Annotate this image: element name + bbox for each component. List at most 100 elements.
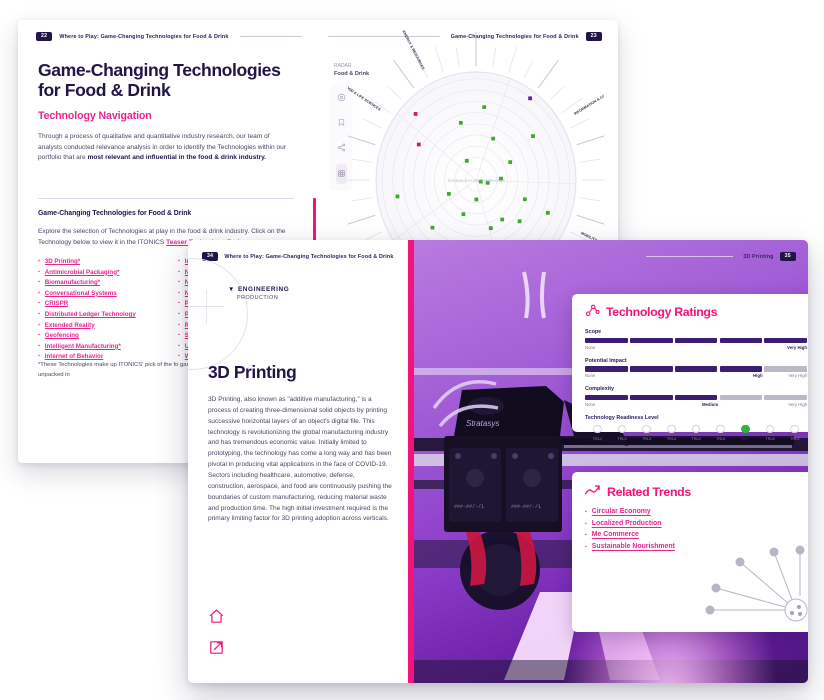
- screenshot-stage: 22 Where to Play: Game-Changing Technolo…: [0, 0, 824, 700]
- radar-data-point[interactable]: [461, 212, 466, 217]
- trend-link[interactable]: Sustainable Nourishment: [592, 543, 675, 550]
- decorative-arc: [188, 258, 248, 370]
- radar-data-point[interactable]: [522, 197, 527, 202]
- technology-description: 3D Printing, also known as "additive man…: [208, 396, 392, 523]
- radar-data-point[interactable]: [545, 210, 550, 215]
- rating-bar: [585, 394, 808, 400]
- rating-segment: [629, 366, 673, 372]
- radar-data-point[interactable]: [491, 136, 496, 141]
- home-icon[interactable]: [208, 608, 225, 630]
- technology-link[interactable]: Geofencing: [45, 332, 79, 339]
- trl-dot: [741, 424, 750, 433]
- radar-segment-label: HEALTH, FOOD & LIFE SCIENCES: [348, 75, 382, 112]
- segment-main: ▼ ENGINEERING: [228, 286, 289, 293]
- bullet-icon: ▪: [178, 258, 180, 264]
- technology-link-item[interactable]: ▪ Distributed Ledger Technology: [38, 311, 160, 318]
- technology-link[interactable]: Extended Reality: [45, 322, 95, 329]
- rating-segment: [674, 337, 718, 343]
- header-rule-left: [646, 256, 734, 258]
- trend-link[interactable]: Circular Economy: [592, 508, 651, 515]
- page-number-badge: 22: [36, 32, 53, 42]
- technology-link[interactable]: Conversational Systems: [45, 290, 117, 297]
- technology-link[interactable]: 3D Printing*: [45, 258, 80, 265]
- trl-label: TRL3: [642, 435, 652, 441]
- trl-label: TRL5: [691, 435, 701, 441]
- rating-scale: None High Very High: [585, 373, 807, 381]
- bullet-icon: ▪: [178, 310, 180, 317]
- technology-link-item[interactable]: ▪ Conversational Systems: [38, 290, 160, 297]
- technology-link-item[interactable]: ▪ 3D Printing*: [38, 258, 160, 265]
- technology-link-item[interactable]: ▪ Geofencing: [38, 332, 160, 339]
- trend-link[interactable]: Localized Production: [592, 520, 662, 527]
- target-icon[interactable]: [337, 89, 346, 107]
- trend-list-item[interactable]: ▪ Me Commerce: [585, 531, 807, 538]
- trl-item[interactable]: TRL9: [782, 424, 807, 441]
- trl-item[interactable]: TRL5: [684, 424, 709, 441]
- grid-icon[interactable]: [335, 164, 347, 184]
- trl-dot: [765, 424, 775, 433]
- trend-list-item[interactable]: ▪ Localized Production: [585, 520, 807, 527]
- rating-name: Complexity: [585, 386, 615, 392]
- rating-segment: [719, 337, 763, 343]
- trl-row[interactable]: TRL1 TRL2 TRL3 TRL4 TRL5 TRL6 TRL7 TRL8 TRL9: [585, 424, 807, 441]
- bullet-icon: ▪: [38, 289, 40, 296]
- trl-item[interactable]: TRL6: [708, 424, 733, 441]
- radar-data-point[interactable]: [458, 121, 463, 125]
- rating-segment: [585, 394, 628, 400]
- technology-link-item[interactable]: ▪ CRISPR: [38, 300, 160, 307]
- trl-item[interactable]: TRL4: [659, 424, 684, 441]
- radar-data-point[interactable]: [488, 226, 493, 231]
- radar-data-point[interactable]: [528, 96, 532, 101]
- rating-scale: None Very High: [585, 345, 807, 353]
- scale-low-label: None: [585, 373, 596, 378]
- radar-data-point[interactable]: [482, 105, 487, 109]
- share-icon[interactable]: [337, 139, 346, 157]
- scale-high-label: Very High: [788, 401, 807, 407]
- trl-item[interactable]: TRL2: [610, 424, 635, 441]
- rating-segment: [674, 394, 718, 400]
- rating-block: Scope None Very High: [585, 329, 808, 353]
- radar-data-point[interactable]: [517, 219, 522, 224]
- trl-item[interactable]: TRL3: [634, 424, 659, 441]
- technology-link[interactable]: Biomanufacturing*: [45, 279, 100, 286]
- bullet-icon: ▪: [178, 321, 180, 328]
- page-footer-icons[interactable]: [208, 608, 225, 661]
- technology-link[interactable]: Distributed Ledger Technology: [45, 311, 136, 318]
- radar-data-point[interactable]: [446, 191, 451, 196]
- trl-item[interactable]: TRL1: [585, 424, 610, 441]
- radar-data-point[interactable]: [474, 197, 479, 202]
- bookmark-icon[interactable]: [337, 114, 346, 132]
- technology-link[interactable]: Antimicrobial Packaging*: [45, 269, 120, 276]
- technology-link-item[interactable]: ▪ Antimicrobial Packaging*: [38, 269, 160, 276]
- radar-data-point[interactable]: [508, 160, 513, 165]
- trend-list-item[interactable]: ▪ Circular Economy: [585, 508, 807, 515]
- radar-data-point[interactable]: [416, 142, 421, 147]
- radar-data-point[interactable]: [531, 134, 535, 138]
- technology-link-item[interactable]: ▪ Extended Reality: [38, 322, 160, 329]
- trl-item[interactable]: TRL7: [733, 424, 758, 441]
- radar-data-point[interactable]: [395, 194, 400, 199]
- section-title: Game-Changing Technologies for Food & Dr…: [38, 210, 192, 217]
- bullet-icon: ▪: [178, 353, 180, 360]
- radar-data-point[interactable]: [500, 217, 505, 222]
- trl-item[interactable]: TRL8: [758, 424, 783, 441]
- technology-link[interactable]: Intelligent Manufacturing*: [45, 343, 121, 350]
- rating-segment: [585, 337, 628, 343]
- bullet-icon: ▪: [178, 332, 180, 339]
- scale-high-label: Very High: [788, 373, 807, 378]
- radar-data-point[interactable]: [413, 112, 418, 116]
- external-link-icon[interactable]: [208, 639, 225, 661]
- technology-link-item[interactable]: ▪ Intelligent Manufacturing*: [38, 343, 160, 350]
- scale-current-label: Medium: [701, 401, 719, 407]
- technology-link[interactable]: CRISPR: [45, 300, 68, 307]
- trend-link[interactable]: Me Commerce: [592, 531, 639, 538]
- trl-dot: [716, 424, 725, 433]
- bullet-icon: ▪: [585, 509, 587, 515]
- rating-segment: [764, 394, 808, 400]
- radar-data-point[interactable]: [464, 158, 469, 163]
- trend-up-icon: [585, 484, 601, 499]
- technology-link-item[interactable]: ▪ Biomanufacturing*: [38, 279, 160, 286]
- bullet-icon: ▪: [38, 310, 40, 317]
- segment-label: ▼ ENGINEERING PRODUCTION: [228, 286, 289, 301]
- radar-data-point[interactable]: [430, 225, 435, 230]
